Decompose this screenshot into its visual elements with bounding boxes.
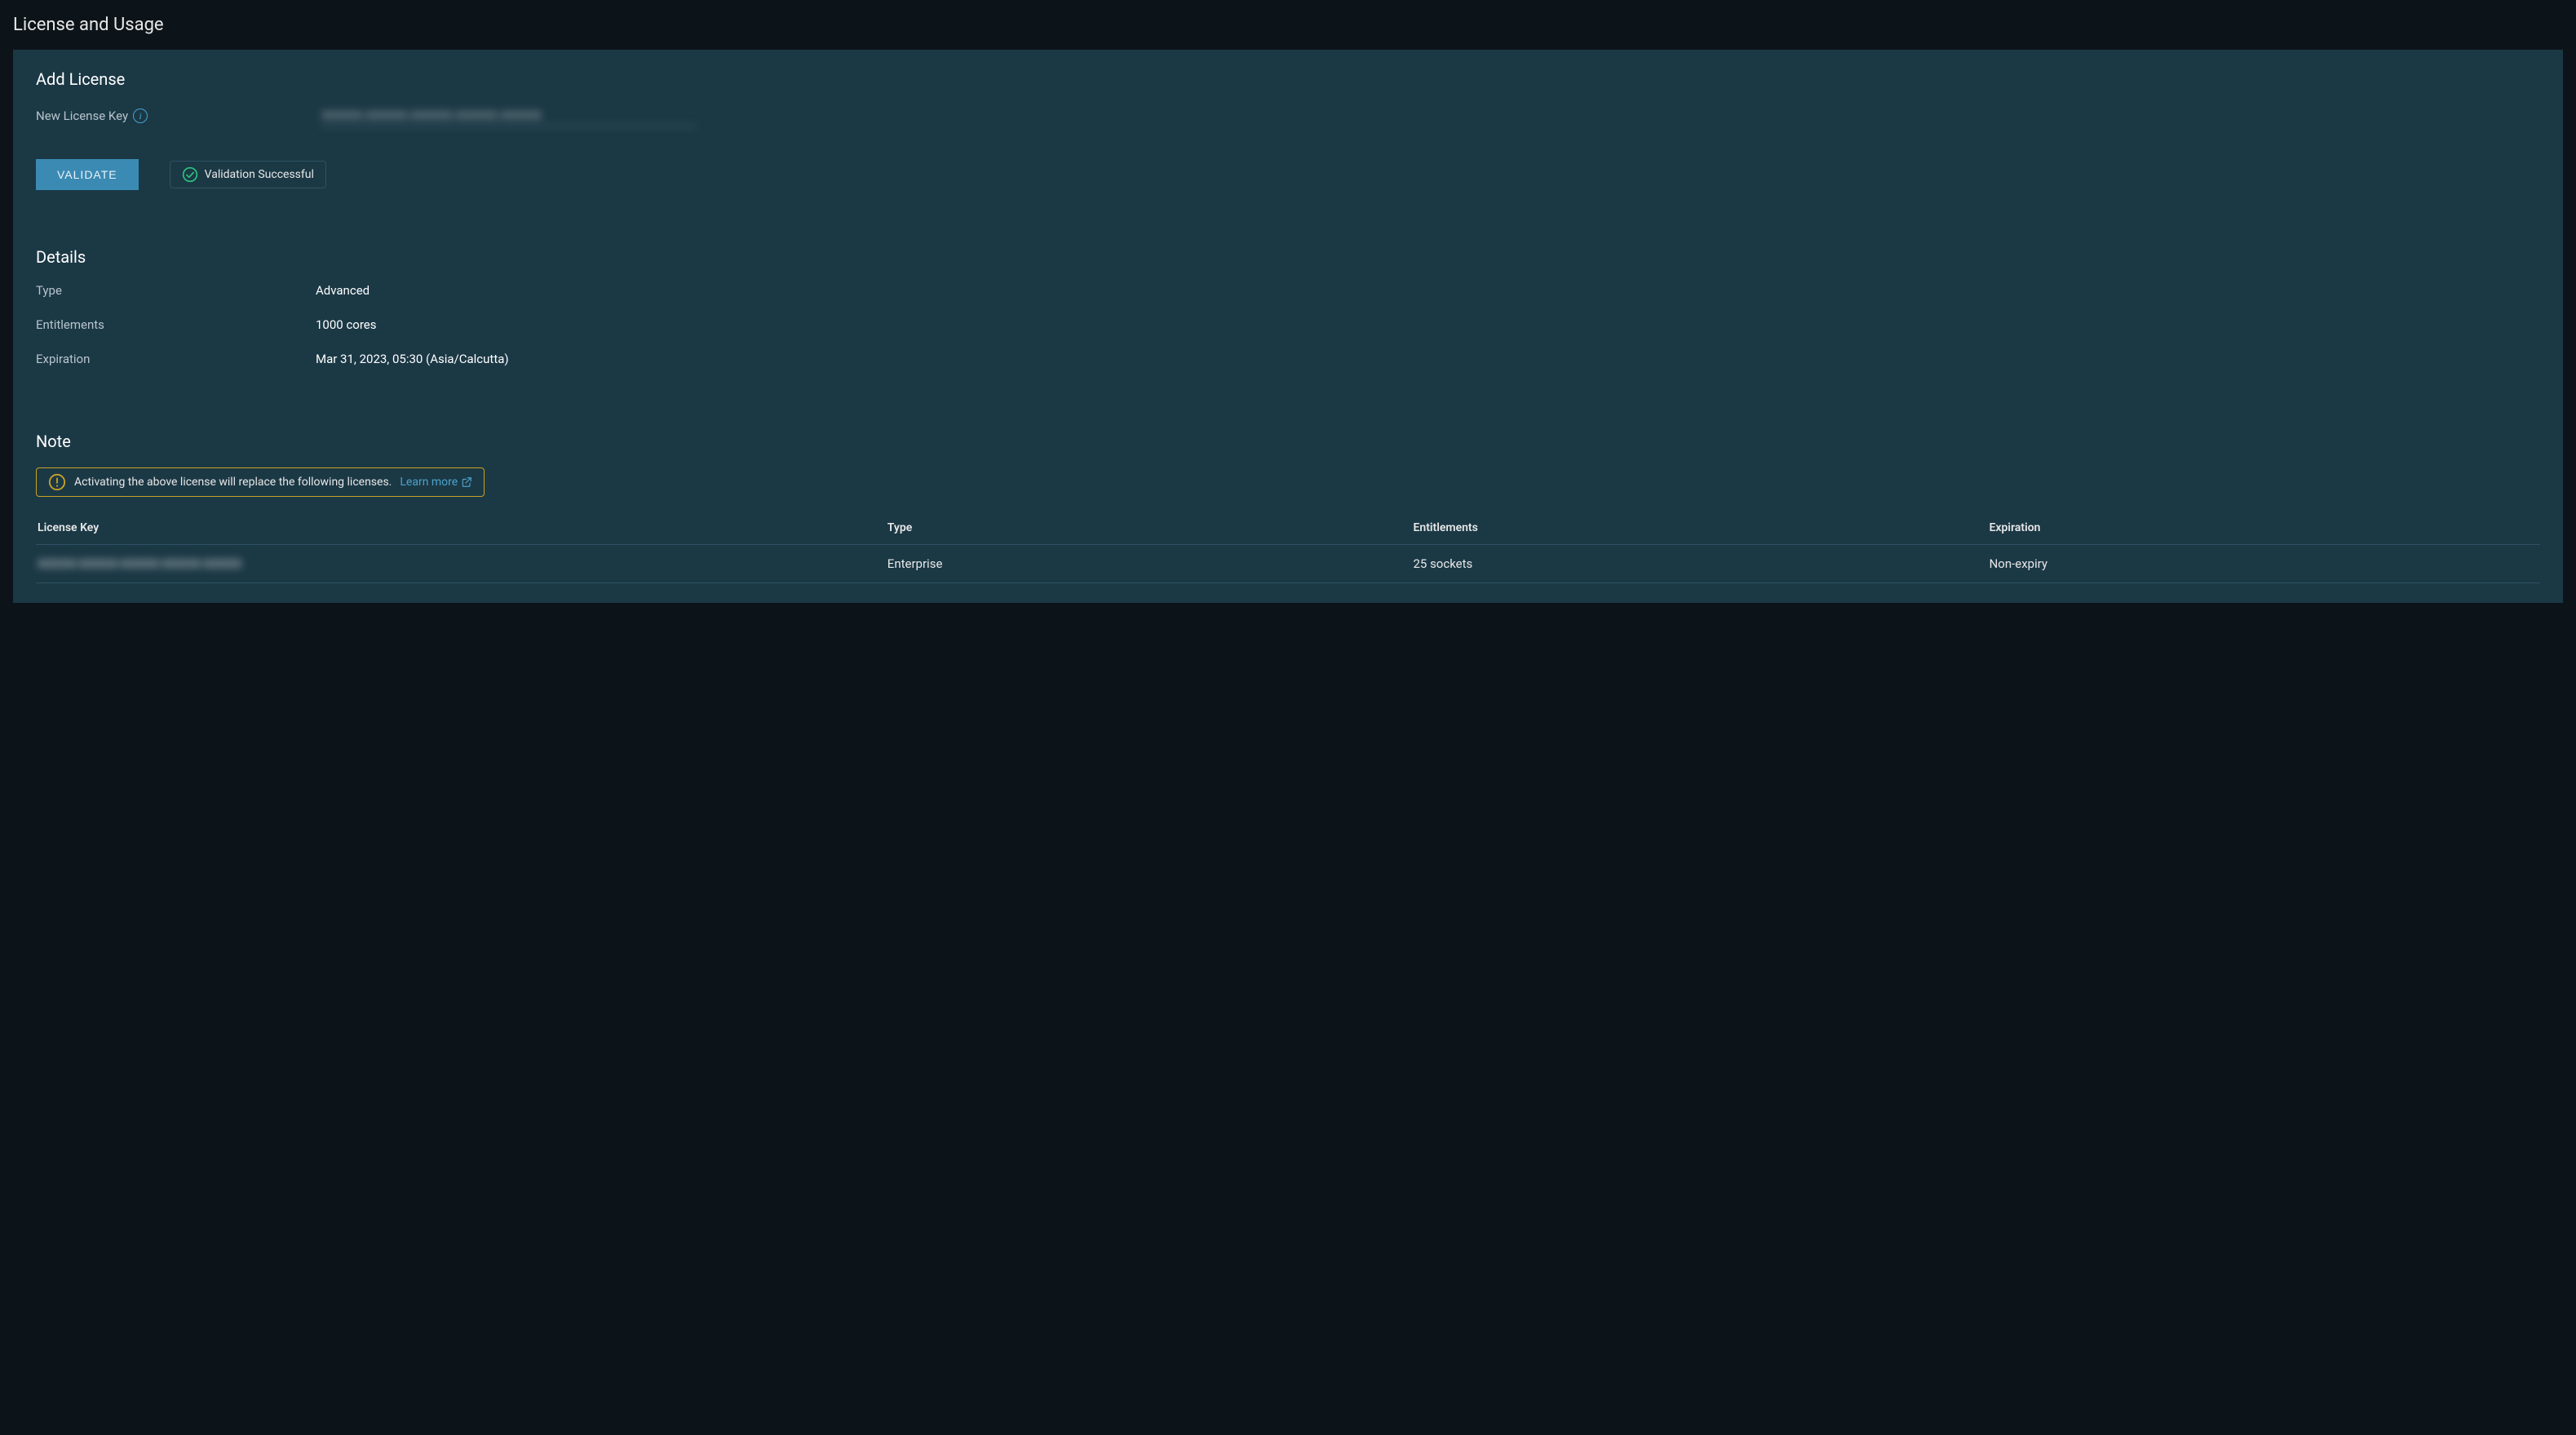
external-link-icon bbox=[461, 476, 472, 488]
detail-row-expiration: Expiration Mar 31, 2023, 05:30 (Asia/Cal… bbox=[36, 352, 2540, 366]
note-alert: Activating the above license will replac… bbox=[36, 467, 485, 497]
licenses-table: License Key Type Entitlements Expiration… bbox=[36, 512, 2540, 583]
detail-entitlements-value: 1000 cores bbox=[316, 317, 377, 332]
detail-type-value: Advanced bbox=[316, 283, 370, 298]
table-row: XXXXX-XXXXX-XXXXX-XXXXX-XXXXX Enterprise… bbox=[36, 545, 2540, 583]
new-license-key-label: New License Key i bbox=[36, 109, 321, 123]
detail-row-type: Type Advanced bbox=[36, 283, 2540, 298]
learn-more-text: Learn more bbox=[400, 476, 458, 489]
validation-status-text: Validation Successful bbox=[205, 168, 314, 181]
validation-status-badge: Validation Successful bbox=[170, 161, 326, 188]
validate-button[interactable]: VALIDATE bbox=[36, 159, 139, 190]
td-expiration: Non-expiry bbox=[1990, 545, 2540, 583]
new-license-key-row: New License Key i bbox=[36, 105, 2540, 126]
learn-more-link[interactable]: Learn more bbox=[400, 476, 472, 489]
detail-expiration-value: Mar 31, 2023, 05:30 (Asia/Calcutta) bbox=[316, 352, 509, 366]
table-header-row: License Key Type Entitlements Expiration bbox=[36, 512, 2540, 545]
license-key-input[interactable] bbox=[321, 105, 697, 126]
info-icon[interactable]: i bbox=[133, 109, 148, 123]
warning-icon bbox=[48, 473, 66, 491]
detail-entitlements-label: Entitlements bbox=[36, 317, 316, 332]
validate-row: VALIDATE Validation Successful bbox=[36, 159, 2540, 190]
detail-type-label: Type bbox=[36, 283, 316, 298]
page-title: License and Usage bbox=[0, 0, 2576, 50]
details-grid: Type Advanced Entitlements 1000 cores Ex… bbox=[36, 283, 2540, 366]
note-heading: Note bbox=[36, 432, 2540, 451]
td-type: Enterprise bbox=[887, 545, 1414, 583]
th-license-key: License Key bbox=[36, 512, 887, 545]
details-heading: Details bbox=[36, 247, 2540, 267]
note-message: Activating the above license will replac… bbox=[74, 476, 392, 489]
td-entitlements: 25 sockets bbox=[1413, 545, 1989, 583]
th-type: Type bbox=[887, 512, 1414, 545]
license-panel: Add License New License Key i VALIDATE V… bbox=[13, 50, 2563, 603]
th-entitlements: Entitlements bbox=[1413, 512, 1989, 545]
td-license-key: XXXXX-XXXXX-XXXXX-XXXXX-XXXXX bbox=[36, 545, 887, 583]
detail-expiration-label: Expiration bbox=[36, 352, 316, 366]
check-circle-icon bbox=[182, 166, 198, 183]
th-expiration: Expiration bbox=[1990, 512, 2540, 545]
add-license-heading: Add License bbox=[36, 69, 2540, 89]
detail-row-entitlements: Entitlements 1000 cores bbox=[36, 317, 2540, 332]
new-license-key-label-text: New License Key bbox=[36, 109, 128, 123]
